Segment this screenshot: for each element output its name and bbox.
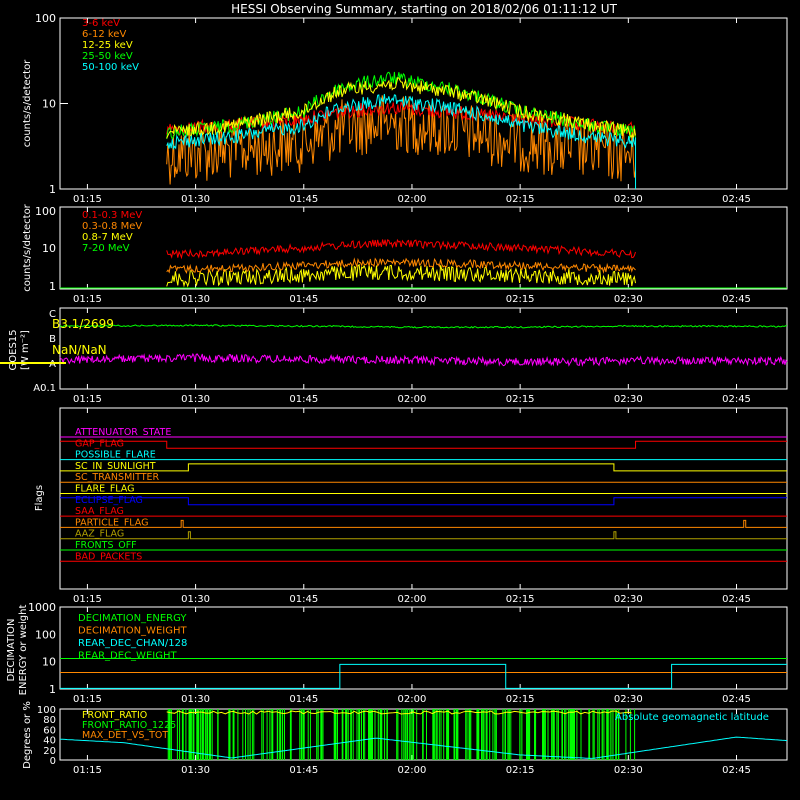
panel1-xtick-label: 02:45: [722, 194, 751, 205]
panel5-xtick-label: 01:30: [181, 694, 210, 705]
panel4-flag-label-9: AAZ_FLAG: [75, 529, 124, 540]
panel2-xtick-label: 02:00: [398, 294, 427, 305]
panel1-xtick-label: 01:30: [181, 194, 210, 205]
chart-title: HESSI Observing Summary, starting on 201…: [231, 2, 617, 16]
panel2-legend-2: 0.8-7 MeV: [82, 232, 133, 243]
panel6-xtick-label: 01:30: [181, 765, 210, 776]
panel6-xtick-label: 01:15: [73, 765, 102, 776]
panel4-flag-label-0: ATTENUATOR_STATE: [75, 427, 171, 438]
panel5-ylabel: DECIMATION: [6, 618, 17, 681]
panel3-xtick-label: 01:45: [289, 394, 318, 405]
panel2-ytick-label: 1: [49, 280, 56, 293]
panel1-xtick-label: 02:30: [614, 194, 643, 205]
panel2-legend-1: 0.3-0.8 MeV: [82, 221, 142, 232]
panel4-xtick-label: 02:00: [398, 594, 427, 605]
panel6-legend-right: Absolute geomagnetic latitude: [615, 712, 769, 723]
panel2-xtick-label: 01:30: [181, 294, 210, 305]
panel4-flag-label-2: POSSIBLE_FLARE: [75, 450, 156, 461]
panel2-xtick-label: 01:45: [289, 294, 318, 305]
panel3-ytick-label: A0.1: [33, 383, 56, 394]
panel4-flag-label-5: FLARE_FLAG: [75, 484, 135, 495]
panel1-ytick-label: 1: [49, 183, 56, 196]
panel3-xtick-label: 02:15: [506, 394, 535, 405]
panel6-xtick-label: 02:30: [614, 765, 643, 776]
panel4-xtick-label: 01:30: [181, 594, 210, 605]
panel2-legend-3: 7-20 MeV: [82, 243, 130, 254]
panel4-flag-label-1: GAP_FLAG: [75, 438, 124, 449]
panel3-ylabel: GOES15: [8, 329, 19, 370]
panel1-xtick-label: 01:45: [289, 194, 318, 205]
panel4-xtick-label: 02:15: [506, 594, 535, 605]
panel2-xtick-label: 02:30: [614, 294, 643, 305]
panel6-xtick-label: 02:00: [398, 765, 427, 776]
panel2-ytick-label: 100: [35, 205, 56, 218]
panel3-xtick-label: 02:45: [722, 394, 751, 405]
panel5-ytick-label: 100: [35, 628, 56, 641]
panel2-xtick-label: 02:15: [506, 294, 535, 305]
panel4-flag-label-11: BAD_PACKETS: [75, 551, 142, 562]
panel3-goes-long-label: B3.1/2699: [52, 317, 114, 331]
panel6-xtick-label: 02:15: [506, 765, 535, 776]
panel5-legend-2: REAR_DEC_CHAN/128: [78, 638, 187, 649]
panel5-xtick-label: 01:15: [73, 694, 102, 705]
panel1-xtick-label: 01:15: [73, 194, 102, 205]
panel3-ytick-label: A: [49, 359, 56, 370]
panel5-ytick-label: 10: [42, 656, 56, 669]
panel5-legend-3: REAR_DEC_WEIGHT: [78, 651, 177, 662]
panel3-xtick-label: 01:30: [181, 394, 210, 405]
panel5-xtick-label: 02:45: [722, 694, 751, 705]
panel2-ytick-label: 10: [42, 242, 56, 255]
panel4-flag-label-6: ECLIPSE_FLAG: [75, 495, 143, 506]
panel1-legend-1: 6-12 keV: [82, 29, 126, 40]
panel4-flag-label-8: PARTICLE_FLAG: [75, 517, 148, 528]
panel5-ytick-label: 1000: [28, 601, 56, 614]
panel3-xtick-label: 01:15: [73, 394, 102, 405]
panel3-goes-short-label: NaN/NaN: [52, 343, 107, 357]
panel2-ylabel: counts/s/detector: [22, 203, 33, 291]
panel6-legend-2: MAX_DET_VS_TOT: [82, 730, 168, 741]
panel4-xtick-label: 01:45: [289, 594, 318, 605]
panel5-ytick-label: 1: [49, 683, 56, 696]
panel5-xtick-label: 02:00: [398, 694, 427, 705]
panel4-flag-label-4: SC_TRANSMITTER: [75, 472, 160, 483]
panel6-front-ratio-1225: [167, 709, 636, 760]
panel5-xtick-label: 02:30: [614, 694, 643, 705]
panel1-legend-4: 50-100 keV: [82, 62, 139, 73]
panel5-ylabel-2: ENERGY or weight: [18, 605, 29, 696]
panel5-xtick-label: 01:45: [289, 694, 318, 705]
panel3-xtick-label: 02:00: [398, 394, 427, 405]
panel5-legend-0: DECIMATION_ENERGY: [78, 613, 187, 624]
panel6-xtick-label: 01:45: [289, 765, 318, 776]
panel1-legend-3: 25-50 keV: [82, 51, 133, 62]
panel4-xtick-label: 02:45: [722, 594, 751, 605]
panel1-legend-0: 3-6 keV: [82, 18, 120, 29]
panel6-ylabel: Degrees or %: [22, 701, 33, 769]
panel1-ylabel: counts/s/detector: [22, 59, 33, 147]
panel4-xtick-label: 01:15: [73, 594, 102, 605]
hessi-summary-figure: HESSI Observing Summary, starting on 201…: [0, 0, 800, 800]
panel2-xtick-label: 01:15: [73, 294, 102, 305]
panel6-xtick-label: 02:45: [722, 765, 751, 776]
panel4-flag-label-7: SAA_FLAG: [75, 506, 124, 517]
panel1-ytick-label: 100: [35, 12, 56, 25]
panel4-flag-label-3: SC_IN_SUNLIGHT: [75, 461, 156, 472]
panel1-legend-2: 12-25 keV: [82, 40, 133, 51]
panel5-legend-1: DECIMATION_WEIGHT: [78, 626, 187, 637]
panel6-ytick-label: 0: [50, 756, 56, 767]
panel1-xtick-label: 02:15: [506, 194, 535, 205]
panel2-legend-0: 0.1-0.3 MeV: [82, 210, 142, 221]
panel3-xtick-label: 02:30: [614, 394, 643, 405]
panel4-ylabel: Flags: [34, 485, 45, 511]
panel4-xtick-label: 02:30: [614, 594, 643, 605]
panel1-xtick-label: 02:00: [398, 194, 427, 205]
panel5-xtick-label: 02:15: [506, 694, 535, 705]
panel2-xtick-label: 02:45: [722, 294, 751, 305]
panel1-ytick-label: 10: [42, 98, 56, 111]
panel4-flag-label-10: FRONTS_OFF: [75, 540, 137, 551]
